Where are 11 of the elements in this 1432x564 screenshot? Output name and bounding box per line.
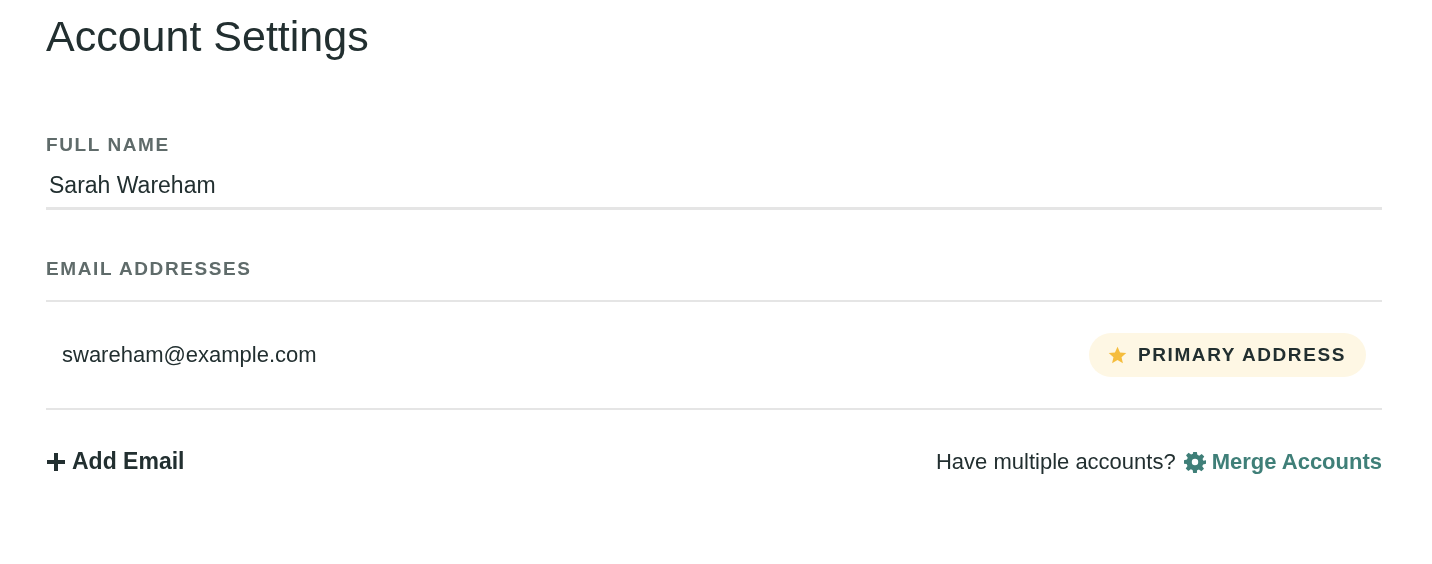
star-icon bbox=[1106, 344, 1128, 366]
page-title: Account Settings bbox=[46, 11, 370, 62]
add-email-button[interactable]: Add Email bbox=[46, 448, 185, 475]
field-label: FULL NAME bbox=[46, 134, 171, 156]
badge-label: PRIMARY ADDRESS bbox=[1137, 344, 1346, 366]
gear-icon bbox=[1183, 450, 1206, 473]
section-label: EMAIL ADDRESSES bbox=[46, 258, 253, 280]
plus-icon bbox=[46, 451, 66, 472]
merge-accounts-link[interactable]: Merge Accounts bbox=[1183, 448, 1382, 475]
email-address: swareham@example.com bbox=[62, 342, 317, 368]
merge-prompt: Have multiple accounts? bbox=[936, 448, 1176, 475]
